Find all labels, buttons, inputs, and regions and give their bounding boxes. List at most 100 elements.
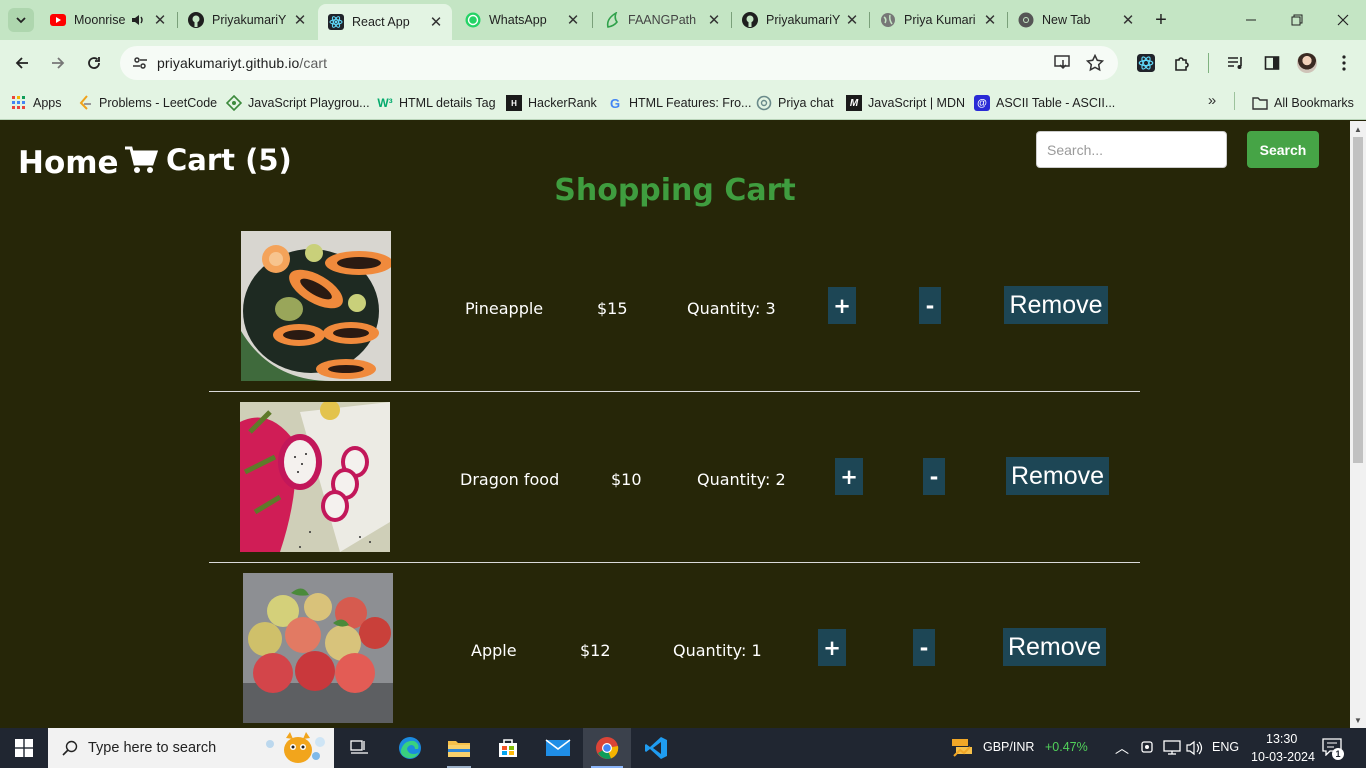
bookmark-label: JavaScript Playgrou... [248, 96, 370, 110]
item-quantity: Quantity: 1 [673, 641, 762, 660]
media-controls-icon[interactable] [1224, 51, 1248, 75]
decrease-quantity-button[interactable]: - [913, 629, 935, 666]
decrease-quantity-button[interactable]: - [919, 287, 941, 324]
taskbar-chrome[interactable] [583, 728, 631, 768]
remove-item-button[interactable]: Remove [1003, 628, 1106, 666]
network-icon[interactable] [1163, 740, 1181, 761]
menu-kebab-icon[interactable] [1332, 51, 1356, 75]
tab-faangpath[interactable]: FAANGPath ✕ [594, 4, 730, 36]
minimize-button[interactable] [1228, 6, 1274, 34]
forward-button[interactable] [44, 49, 72, 77]
tab-title: WhatsApp [489, 13, 547, 27]
back-button[interactable] [8, 49, 36, 77]
scrollbar-thumb[interactable] [1353, 137, 1363, 463]
tab-priya-kumari[interactable]: Priya Kumari ✕ [870, 4, 1006, 36]
tab-title: FAANGPath [628, 13, 697, 27]
language-indicator[interactable]: ENG [1212, 740, 1239, 754]
scroll-down-icon[interactable]: ▼ [1350, 712, 1366, 728]
start-button[interactable] [0, 728, 48, 768]
close-window-button[interactable] [1320, 6, 1366, 34]
search-input[interactable] [1036, 131, 1227, 168]
site-info-icon[interactable] [128, 51, 152, 75]
stock-widget-icon[interactable] [950, 736, 974, 760]
close-tab-icon[interactable]: ✕ [982, 12, 998, 29]
clock-date[interactable]: 10-03-2024 [1251, 750, 1315, 764]
increase-quantity-button[interactable]: + [828, 287, 856, 324]
speaker-icon[interactable] [130, 12, 146, 28]
increase-quantity-button[interactable]: + [818, 629, 846, 666]
chevron-down-icon [16, 17, 26, 24]
page-scrollbar[interactable]: ▲ ▼ [1350, 121, 1366, 728]
profile-avatar[interactable] [1297, 53, 1317, 73]
apples-image [243, 573, 393, 723]
bookmark-priya-chat[interactable]: Priya chat [756, 93, 834, 113]
meet-now-icon[interactable] [1140, 740, 1154, 761]
address-bar[interactable]: priyakumariyt.github.io/cart [120, 46, 1118, 80]
search-button[interactable]: Search [1247, 131, 1319, 168]
scroll-up-icon[interactable]: ▲ [1350, 121, 1366, 137]
tab-react-app[interactable]: React App ✕ [318, 4, 452, 40]
remove-item-button[interactable]: Remove [1006, 457, 1109, 495]
react-devtools-icon[interactable] [1134, 51, 1158, 75]
mail-icon [545, 739, 571, 756]
close-tab-icon[interactable]: ✕ [1120, 12, 1136, 29]
restore-button[interactable] [1274, 6, 1320, 34]
bookmark-leetcode[interactable]: Problems - LeetCode [77, 93, 217, 113]
item-name: Dragon food [460, 470, 560, 489]
bookmark-label: HTML Features: Fro... [629, 96, 752, 110]
github-icon [742, 12, 758, 28]
tab-new-tab[interactable]: New Tab ✕ [1008, 4, 1144, 36]
all-bookmarks-folder[interactable]: All Bookmarks [1252, 93, 1354, 113]
tab-github-1[interactable]: PriyakumariY ✕ [178, 4, 316, 36]
tab-moonrise[interactable]: Moonrise ✕ [40, 4, 176, 36]
task-view-icon [350, 740, 368, 754]
bookmark-html-features[interactable]: G HTML Features: Fro... [607, 93, 752, 113]
all-bookmarks-label: All Bookmarks [1274, 96, 1354, 110]
tab-whatsapp[interactable]: WhatsApp ✕ [455, 4, 589, 36]
remove-item-button[interactable]: Remove [1004, 286, 1108, 324]
tab-github-2[interactable]: PriyakumariY ✕ [732, 4, 868, 36]
task-view-button[interactable] [336, 728, 384, 768]
stock-label[interactable]: GBP/INR [983, 740, 1034, 754]
taskbar-vscode[interactable] [632, 728, 680, 768]
bookmark-mdn[interactable]: M JavaScript | MDN [846, 93, 965, 113]
reload-button[interactable] [80, 49, 108, 77]
tab-search-button[interactable] [8, 8, 34, 32]
bookmark-ascii[interactable]: @ ASCII Table - ASCII... [974, 93, 1115, 113]
close-tab-icon[interactable]: ✕ [844, 12, 860, 29]
bookmark-star-icon[interactable] [1083, 51, 1107, 75]
close-tab-icon[interactable]: ✕ [706, 12, 722, 29]
close-tab-icon[interactable]: ✕ [565, 12, 581, 29]
extensions-icon[interactable] [1170, 51, 1194, 75]
bookmark-js-playground[interactable]: JavaScript Playgrou... [226, 93, 370, 113]
bookmark-hackerrank[interactable]: H HackerRank [506, 93, 597, 113]
taskbar-edge[interactable] [386, 728, 434, 768]
decrease-quantity-button[interactable]: - [923, 458, 945, 495]
reload-icon [88, 57, 100, 69]
increase-quantity-button[interactable]: + [835, 458, 863, 495]
chrome-icon [1018, 12, 1034, 28]
google-icon: G [609, 95, 621, 111]
clock-time[interactable]: 13:30 [1266, 732, 1297, 746]
close-tab-icon[interactable]: ✕ [428, 14, 444, 31]
taskbar-mail[interactable] [534, 728, 582, 768]
taskbar-store[interactable] [484, 728, 532, 768]
tab-title: React App [352, 15, 410, 29]
nav-cart-link[interactable]: Cart (5) [124, 143, 292, 177]
volume-icon[interactable] [1186, 740, 1204, 761]
install-app-icon[interactable] [1051, 51, 1075, 75]
taskbar-search-box[interactable]: Type here to search [48, 728, 334, 768]
youtube-icon [50, 12, 66, 28]
taskbar-file-explorer[interactable] [435, 728, 483, 768]
bookmark-html-details[interactable]: W³ HTML details Tag [377, 93, 495, 113]
row-divider [209, 562, 1140, 563]
notifications-button[interactable]: 1 [1322, 738, 1346, 760]
chevron-up-icon[interactable]: ︿ [1115, 738, 1129, 758]
bookmark-apps[interactable]: Apps [11, 93, 62, 113]
close-tab-icon[interactable]: ✕ [152, 12, 168, 29]
close-tab-icon[interactable]: ✕ [292, 12, 308, 29]
more-bookmarks-icon[interactable]: » [1202, 90, 1222, 110]
side-panel-icon[interactable] [1260, 51, 1284, 75]
new-tab-button[interactable]: + [1150, 8, 1172, 32]
url-text[interactable]: priyakumariyt.github.io/cart [157, 55, 327, 71]
